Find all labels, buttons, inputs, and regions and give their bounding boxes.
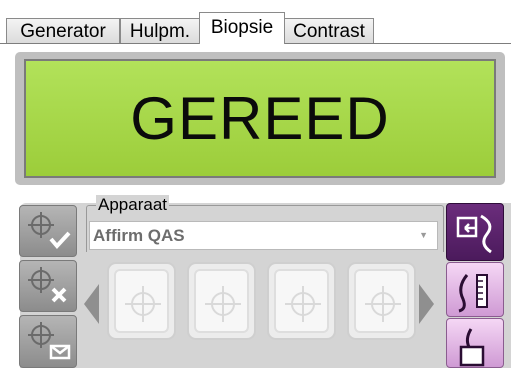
needle-guide-icon	[459, 328, 485, 367]
previous-arrow-icon[interactable]	[84, 284, 100, 324]
target-accept-button[interactable]	[19, 205, 77, 257]
status-text: GEREED	[130, 85, 390, 152]
crosshair-icon	[285, 286, 321, 322]
device-select-value: Affirm QAS	[93, 226, 185, 245]
needle-guide-button[interactable]	[446, 318, 504, 368]
device-select[interactable]: Affirm QAS ▼	[89, 221, 438, 250]
target-message-icon	[28, 322, 71, 360]
crosshair-icon	[365, 286, 401, 322]
biopsy-target-button[interactable]	[446, 203, 504, 261]
tab-contrast[interactable]: Contrast	[284, 18, 374, 43]
tab-hulpm[interactable]: Hulpm.	[120, 18, 200, 43]
tab-biopsie[interactable]: Biopsie	[199, 12, 285, 45]
device-group-label: Apparaat	[96, 195, 169, 215]
target-check-icon	[28, 212, 71, 250]
tab-generator[interactable]: Generator	[6, 18, 120, 43]
target-slot-2[interactable]	[187, 262, 256, 340]
biopsy-target-arrow-icon	[456, 214, 492, 254]
chevron-down-icon: ▼	[419, 230, 428, 240]
tab-bar: Generator Hulpm. Biopsie Contrast	[0, 0, 511, 45]
target-slot-3[interactable]	[267, 262, 336, 340]
crosshair-icon	[125, 286, 161, 322]
next-arrow-icon[interactable]	[419, 284, 435, 324]
target-delete-icon	[28, 267, 67, 303]
target-delete-button[interactable]	[19, 260, 77, 312]
status-panel: GEREED	[24, 59, 496, 178]
needle-ruler-button[interactable]	[446, 262, 504, 317]
target-slot-1[interactable]	[107, 262, 176, 340]
target-slot-4[interactable]	[347, 262, 416, 340]
needle-ruler-icon	[458, 274, 488, 313]
target-message-button[interactable]	[19, 315, 77, 368]
crosshair-icon	[205, 286, 241, 322]
